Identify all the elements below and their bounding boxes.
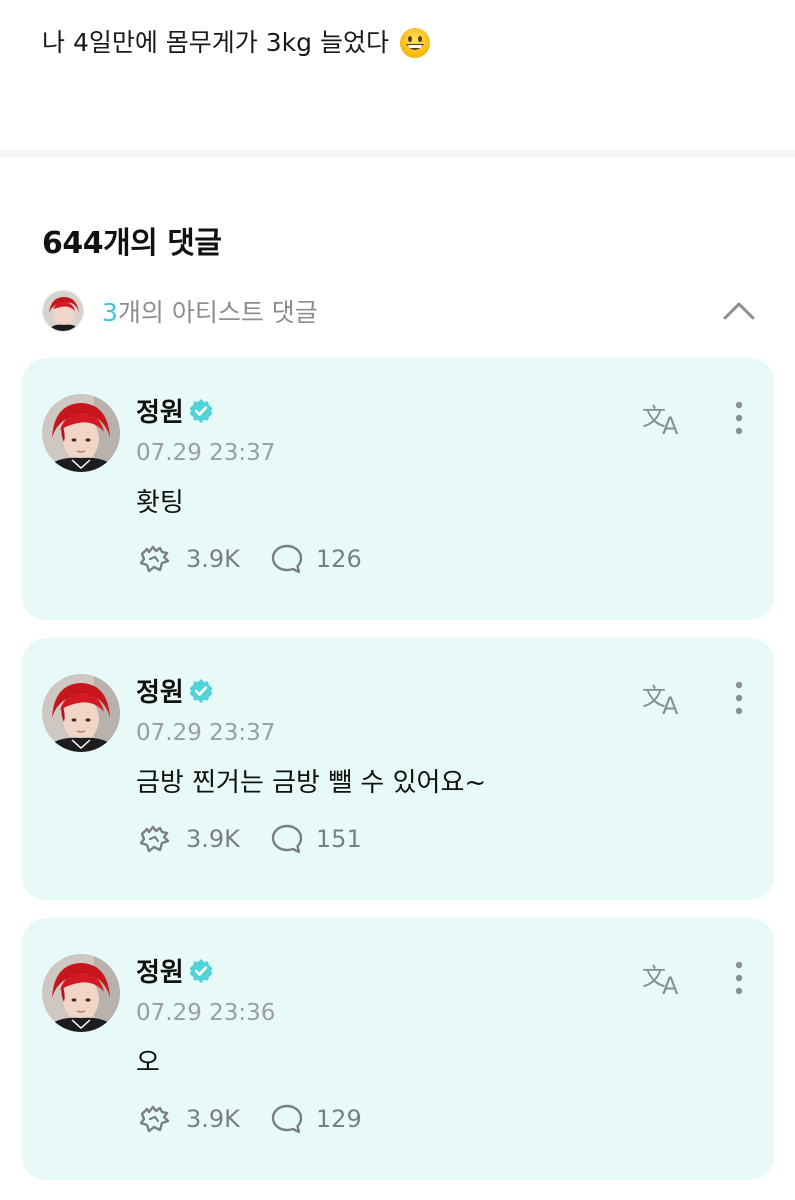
reply-count: 151 bbox=[315, 825, 362, 853]
comments-count-title: 644개의 댓글 bbox=[42, 226, 222, 261]
chevron-up-icon[interactable] bbox=[721, 294, 757, 328]
like-button[interactable]: 3.9K bbox=[136, 1102, 240, 1136]
translate-icon[interactable]: 文 A bbox=[642, 398, 688, 438]
artist-avatar[interactable] bbox=[42, 674, 120, 752]
artist-comments-text: 개의 아티스트 댓글 bbox=[117, 298, 318, 327]
cheer-hand-icon bbox=[139, 1105, 170, 1133]
artist-comments-toggle[interactable]: 3개의 아티스트 댓글 bbox=[42, 288, 757, 334]
reply-count: 129 bbox=[315, 1105, 362, 1133]
comment-card: 정원 07.29 23:37 금방 찐거는 금방 뺄 수 있어요~ 3.9K 1… bbox=[22, 638, 774, 900]
artist-avatar[interactable] bbox=[42, 394, 120, 472]
cheer-hand-icon bbox=[139, 545, 170, 573]
comment-text: 오 bbox=[136, 1048, 160, 1078]
reply-button[interactable]: 126 bbox=[270, 543, 362, 575]
verified-badge-icon bbox=[189, 958, 213, 983]
reply-button[interactable]: 151 bbox=[270, 823, 362, 855]
comment-author-row: 정원 bbox=[136, 392, 214, 429]
like-button[interactable]: 3.9K bbox=[136, 542, 240, 576]
cheer-hand-icon bbox=[139, 825, 170, 853]
grinning-face-icon bbox=[399, 28, 430, 58]
svg-text:A: A bbox=[662, 972, 679, 998]
comment-author-name[interactable]: 정원 bbox=[136, 392, 184, 429]
comment-author-row: 정원 bbox=[136, 952, 214, 989]
verified-badge-icon bbox=[189, 678, 213, 703]
comment-text: 홧팅 bbox=[136, 488, 184, 518]
artist-comments-label: 3개의 아티스트 댓글 bbox=[102, 293, 318, 329]
reply-button[interactable]: 129 bbox=[270, 1103, 362, 1135]
more-options-icon[interactable] bbox=[730, 400, 748, 440]
more-options-icon[interactable] bbox=[730, 680, 748, 720]
comment-actions: 3.9K 151 bbox=[136, 822, 392, 856]
like-count: 3.9K bbox=[186, 545, 240, 573]
comment-card: 정원 07.29 23:37 홧팅 3.9K 126 文 A bbox=[22, 358, 774, 620]
svg-text:A: A bbox=[662, 412, 679, 438]
post-text: 나 4일만에 몸무게가 3kg 늘었다 bbox=[42, 26, 431, 60]
verified-badge-icon bbox=[189, 398, 213, 423]
translate-icon[interactable]: 文 A bbox=[642, 678, 688, 718]
like-button[interactable]: 3.9K bbox=[136, 822, 240, 856]
comment-timestamp: 07.29 23:36 bbox=[136, 1000, 276, 1026]
post-detail-page: 나 4일만에 몸무게가 3kg 늘었다 644개의 댓글 3개의 아티스트 댓글… bbox=[0, 0, 795, 1200]
comment-card: 정원 07.29 23:36 오 3.9K 129 文 A bbox=[22, 918, 774, 1180]
artist-comments-count: 3 bbox=[102, 298, 118, 327]
comment-text: 금방 찐거는 금방 뺄 수 있어요~ bbox=[136, 768, 487, 798]
reply-count: 126 bbox=[315, 545, 362, 573]
svg-text:A: A bbox=[662, 692, 679, 718]
comment-author-name[interactable]: 정원 bbox=[136, 672, 184, 709]
artist-avatar bbox=[42, 290, 84, 332]
section-divider bbox=[0, 150, 795, 158]
speech-bubble-icon bbox=[271, 544, 303, 574]
comment-timestamp: 07.29 23:37 bbox=[136, 440, 276, 466]
speech-bubble-icon bbox=[271, 824, 303, 854]
like-count: 3.9K bbox=[186, 825, 240, 853]
comment-timestamp: 07.29 23:37 bbox=[136, 720, 276, 746]
post-body: 나 4일만에 몸무게가 3kg 늘었다 bbox=[42, 28, 389, 57]
artist-avatar[interactable] bbox=[42, 954, 120, 1032]
comment-actions: 3.9K 129 bbox=[136, 1102, 392, 1136]
comment-author-row: 정원 bbox=[136, 672, 214, 709]
comment-actions: 3.9K 126 bbox=[136, 542, 392, 576]
like-count: 3.9K bbox=[186, 1105, 240, 1133]
comment-author-name[interactable]: 정원 bbox=[136, 952, 184, 989]
translate-icon[interactable]: 文 A bbox=[642, 958, 688, 998]
more-options-icon[interactable] bbox=[730, 960, 748, 1000]
speech-bubble-icon bbox=[271, 1104, 303, 1134]
